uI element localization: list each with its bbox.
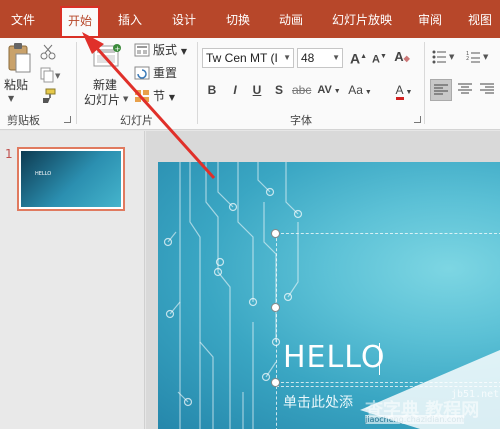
italic-button[interactable]: I — [228, 81, 242, 99]
clipboard-launcher-icon[interactable] — [64, 116, 71, 123]
new-slide-button-line2[interactable]: 幻灯片 — [84, 91, 120, 108]
thumbnail-title: HELLO — [35, 171, 52, 177]
shadow-button[interactable]: S — [272, 81, 286, 99]
font-color-label: A — [395, 83, 404, 100]
resize-handle[interactable] — [271, 229, 280, 238]
tab-design[interactable]: 设计 — [166, 10, 202, 30]
reset-button[interactable]: 重置 — [153, 64, 177, 82]
group-separator — [197, 42, 198, 124]
svg-text:▼: ▼ — [483, 53, 489, 61]
watermark-url: jiaocheng.chazidian.com — [365, 415, 465, 424]
layout-label: 版式 — [153, 43, 178, 57]
layout-icon[interactable] — [134, 43, 150, 60]
new-slide-icon[interactable]: + — [92, 43, 122, 74]
ribbon-home: 粘贴 ▼ ▼ 剪贴板 + 新建 幻灯片 ▼ 版式 ▼ 重置 节 ▼ 幻灯片 Tw… — [0, 38, 500, 130]
thumbnail-preview: HELLO — [21, 151, 121, 207]
font-color-button[interactable]: A ▼ — [390, 81, 418, 100]
slide-title-text[interactable]: HELLO — [283, 340, 386, 375]
char-spacing-label: AV — [317, 84, 332, 96]
tab-insert[interactable]: 插入 — [112, 10, 148, 30]
section-icon[interactable] — [134, 89, 150, 106]
clipboard-group-label: 剪贴板 — [7, 114, 40, 127]
svg-text:▼: ▼ — [449, 53, 455, 61]
bullets-icon[interactable]: ▼ — [432, 50, 458, 67]
ribbon-tab-bar: 文件 开始 插入 设计 切换 动画 幻灯片放映 审阅 视图 — [0, 0, 500, 38]
copy-icon[interactable]: ▼ — [40, 67, 62, 86]
slide-thumbnail[interactable]: HELLO — [17, 147, 125, 211]
font-group-label: 字体 — [290, 114, 312, 127]
font-name-value: Tw Cen MT (I — [206, 51, 278, 65]
reset-icon[interactable] — [134, 66, 150, 83]
font-name-dropdown-icon[interactable]: ▼ — [283, 49, 291, 67]
font-size-value: 48 — [301, 51, 315, 65]
resize-handle[interactable] — [271, 378, 280, 387]
char-spacing-button[interactable]: AV ▼ — [314, 81, 344, 99]
tab-view[interactable]: 视图 — [463, 10, 497, 30]
format-painter-icon[interactable] — [40, 88, 56, 107]
align-left-button[interactable] — [430, 79, 452, 101]
new-slide-dropdown-icon[interactable]: ▼ — [123, 95, 128, 103]
slides-group-label: 幻灯片 — [120, 114, 153, 127]
numbering-icon[interactable]: 1 2 ▼ — [466, 50, 492, 67]
text-cursor — [379, 343, 380, 375]
font-size-input[interactable]: 48 ▼ — [297, 48, 343, 68]
svg-text:+: + — [115, 45, 121, 53]
tab-slideshow[interactable]: 幻灯片放映 — [326, 10, 398, 30]
underline-button[interactable]: U — [250, 81, 264, 99]
paste-dropdown-icon[interactable]: ▼ — [8, 94, 14, 103]
clear-format-button[interactable]: A◆ — [394, 48, 410, 66]
grow-font-label: A — [350, 50, 361, 67]
strikethrough-button[interactable]: abc — [292, 81, 311, 99]
tab-transitions[interactable]: 切换 — [220, 10, 256, 30]
tab-animations[interactable]: 动画 — [273, 10, 309, 30]
align-center-icon[interactable] — [456, 81, 474, 102]
font-launcher-icon[interactable] — [414, 116, 421, 123]
align-left-icon — [434, 84, 448, 95]
section-button[interactable]: 节 ▼ — [153, 87, 175, 105]
change-case-label: Aa — [348, 83, 363, 97]
resize-handle[interactable] — [271, 303, 280, 312]
layout-dropdown-icon: ▼ — [180, 47, 187, 56]
section-label: 节 — [153, 89, 166, 103]
clear-format-label: A — [394, 49, 404, 64]
paste-button[interactable]: 粘贴 — [4, 76, 28, 93]
tab-review[interactable]: 审阅 — [413, 10, 447, 30]
section-dropdown-icon: ▼ — [168, 93, 175, 102]
shrink-font-label: A — [372, 53, 380, 66]
shrink-font-button[interactable]: A▼ — [372, 48, 387, 66]
paste-icon[interactable] — [6, 42, 32, 74]
thumbnail-number: 1 — [5, 147, 13, 161]
svg-text:▼: ▼ — [55, 72, 61, 80]
change-case-button[interactable]: Aa ▼ — [346, 81, 374, 99]
align-right-icon[interactable] — [478, 81, 496, 102]
tab-home[interactable]: 开始 — [60, 6, 100, 38]
tab-file[interactable]: 文件 — [6, 10, 40, 30]
slide-subtitle-text[interactable]: 单击此处添 — [283, 392, 353, 412]
layout-button[interactable]: 版式 ▼ — [153, 41, 187, 59]
svg-text:2: 2 — [466, 56, 469, 62]
bold-button[interactable]: B — [205, 81, 219, 99]
font-name-input[interactable]: Tw Cen MT (I ▼ — [202, 48, 294, 68]
grow-font-button[interactable]: A▲ — [350, 48, 367, 67]
cut-icon[interactable] — [40, 44, 56, 63]
group-separator — [424, 42, 425, 124]
group-separator — [76, 42, 77, 124]
font-size-dropdown-icon[interactable]: ▼ — [332, 49, 340, 67]
